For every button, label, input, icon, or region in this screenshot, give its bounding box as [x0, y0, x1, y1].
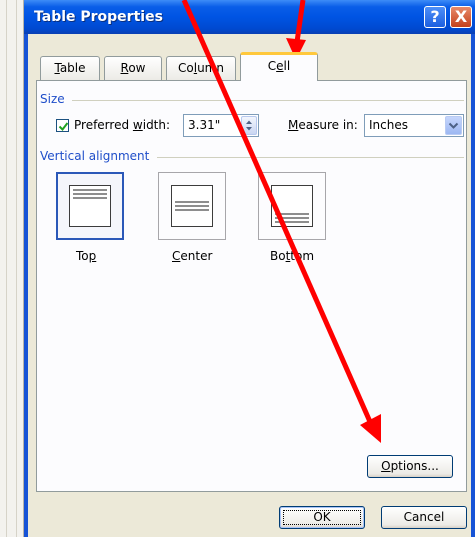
tab-label-part: ll [283, 59, 291, 73]
arrow-to-cell-tab [286, 0, 306, 60]
annotation-arrows [181, 0, 381, 443]
tab-label-part: C [267, 59, 277, 73]
tab-cell[interactable]: Cell [240, 52, 318, 81]
tab-label-accel: e [276, 59, 284, 73]
